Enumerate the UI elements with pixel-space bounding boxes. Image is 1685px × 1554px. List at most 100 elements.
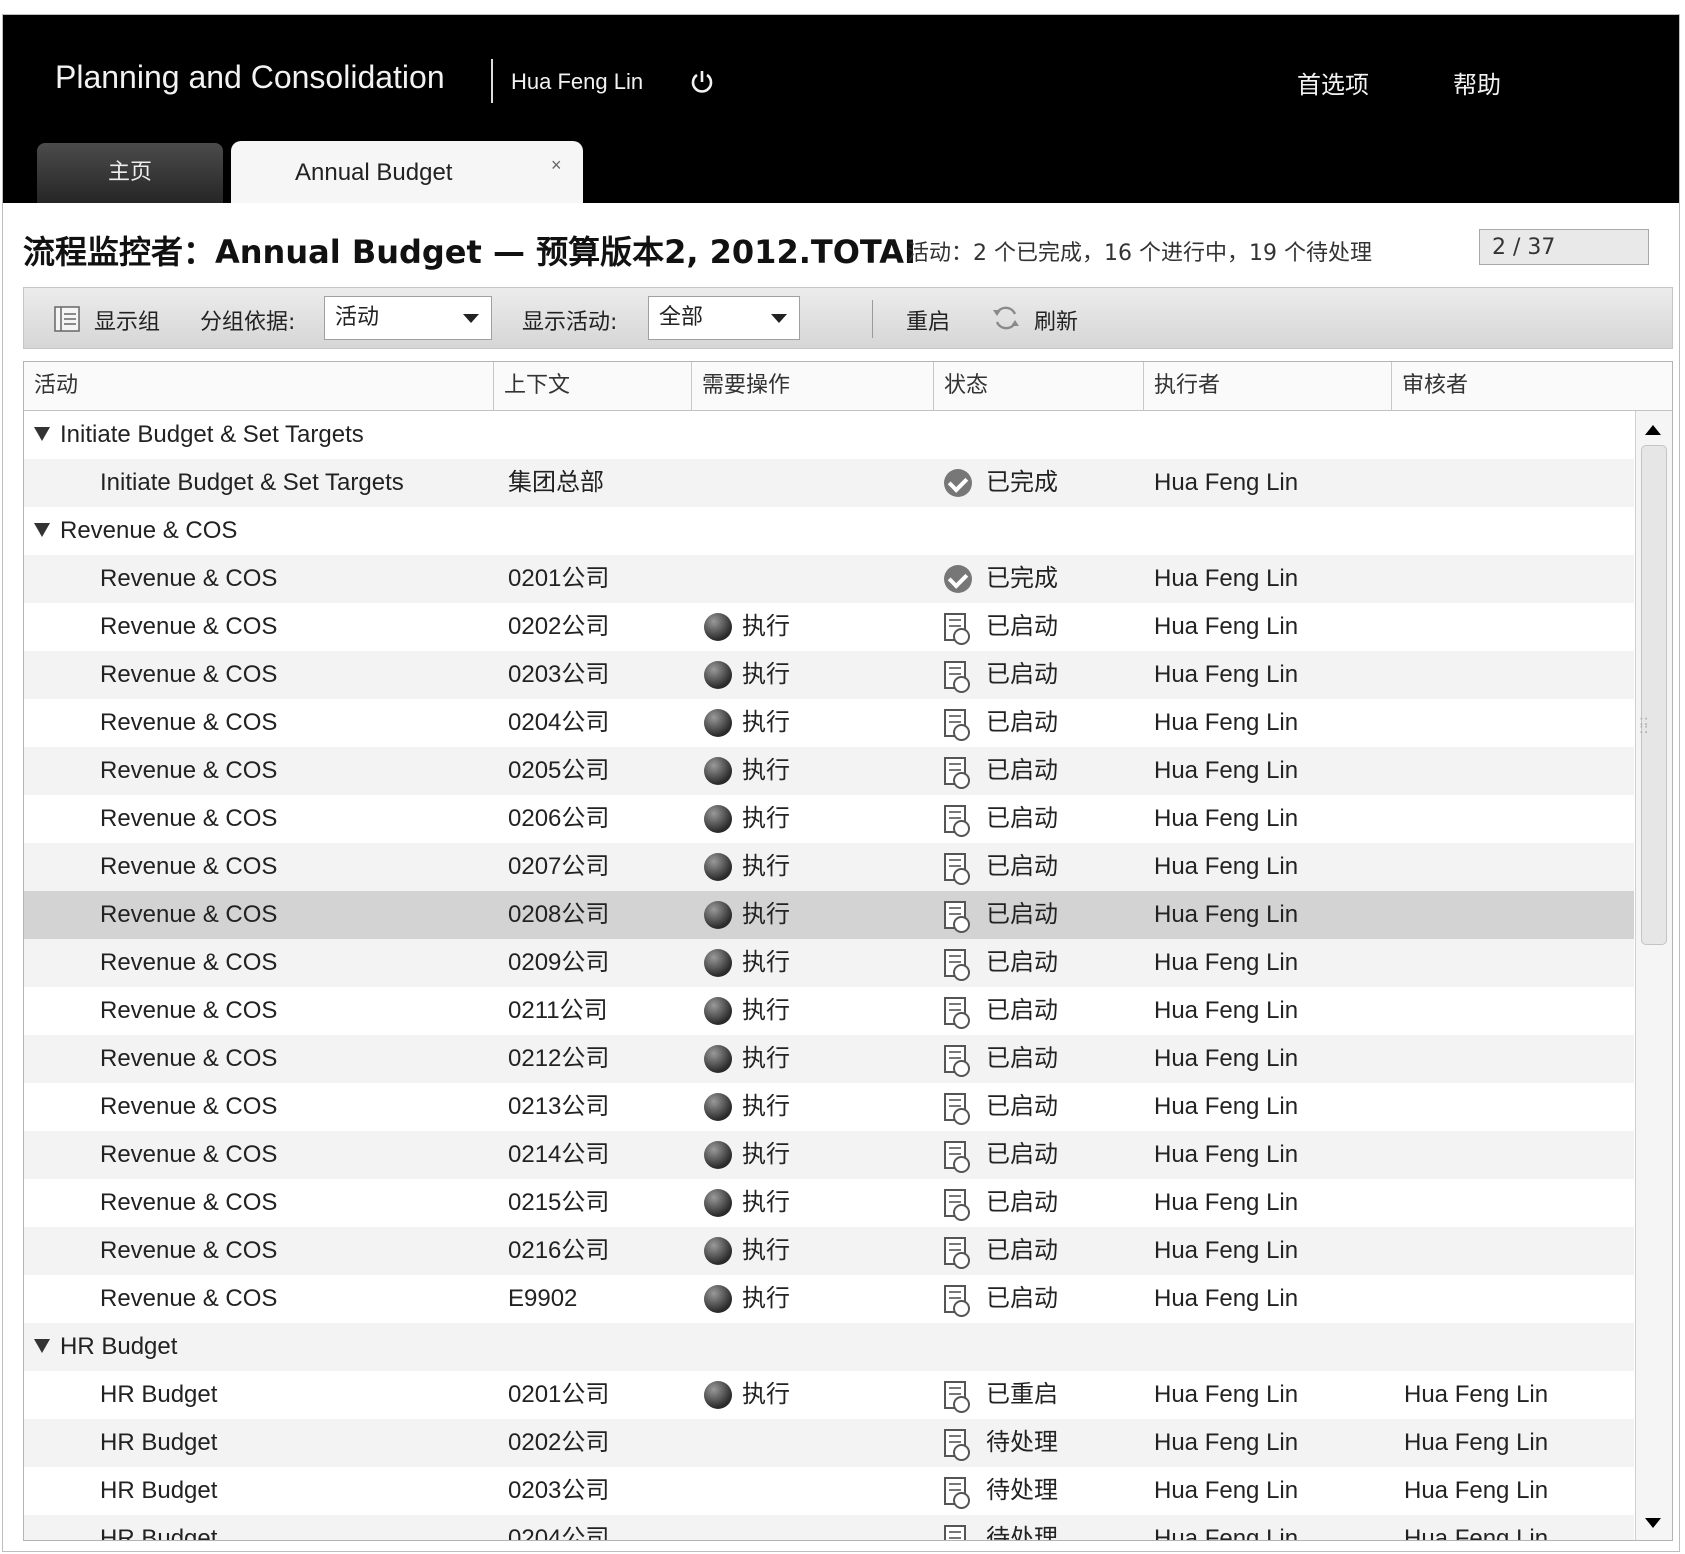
tab-home[interactable]: 主页 (37, 143, 223, 203)
action-dot-icon[interactable] (704, 1237, 732, 1265)
action-link[interactable]: 执行 (742, 939, 790, 987)
column-header-status[interactable]: 状态 (934, 362, 1144, 410)
context-cell: 0214公司 (508, 1141, 610, 1168)
group-row[interactable]: HR Budget (24, 1323, 1634, 1371)
action-dot-icon[interactable] (704, 805, 732, 833)
context-cell: E9902 (508, 1285, 578, 1312)
document-clock-icon (944, 1045, 970, 1077)
action-dot-icon[interactable] (704, 661, 732, 689)
action-dot-icon[interactable] (704, 1189, 732, 1217)
preferences-link[interactable]: 首选项 (1297, 65, 1369, 100)
action-dot-icon[interactable] (704, 709, 732, 737)
pager-field[interactable]: 2 / 37 (1479, 229, 1649, 265)
expand-triangle-icon[interactable] (34, 1339, 50, 1353)
table-row[interactable]: Revenue & COS 0201公司 Hua Feng Lin 已完成 (24, 555, 1634, 603)
table-row[interactable]: Revenue & COS 0202公司 Hua Feng Lin 执行 已启动 (24, 603, 1634, 651)
table-row[interactable]: Revenue & COS 0216公司 Hua Feng Lin 执行 已启动 (24, 1227, 1634, 1275)
list-icon[interactable] (52, 304, 82, 334)
table-row[interactable]: Revenue & COS 0208公司 Hua Feng Lin 执行 已启动 (24, 891, 1634, 939)
action-dot-icon[interactable] (704, 949, 732, 977)
scroll-up-icon[interactable] (1645, 425, 1661, 435)
action-dot-icon[interactable] (704, 757, 732, 785)
action-link[interactable]: 执行 (742, 747, 790, 795)
column-header-context[interactable]: 上下文 (494, 362, 692, 410)
help-link[interactable]: 帮助 (1453, 65, 1501, 100)
context-cell: 0212公司 (508, 1045, 610, 1072)
group-row[interactable]: Initiate Budget & Set Targets (24, 411, 1634, 459)
column-header-reviewer[interactable]: 审核者 (1392, 362, 1672, 410)
action-link[interactable]: 执行 (742, 891, 790, 939)
resize-grip-icon[interactable]: :::: (1639, 714, 1649, 739)
group-row[interactable]: Revenue & COS (24, 507, 1634, 555)
action-link[interactable]: 执行 (742, 987, 790, 1035)
expand-triangle-icon[interactable] (34, 427, 50, 441)
table-row[interactable]: Initiate Budget & Set Targets 集团总部 Hua Fen… (24, 459, 1634, 507)
action-link[interactable]: 执行 (742, 1131, 790, 1179)
action-link[interactable]: 执行 (742, 651, 790, 699)
action-dot-icon[interactable] (704, 997, 732, 1025)
action-dot-icon[interactable] (704, 1045, 732, 1073)
table-row[interactable]: Revenue & COS 0209公司 Hua Feng Lin 执行 已启动 (24, 939, 1634, 987)
show-activities-select[interactable]: 全部 (648, 296, 800, 340)
action-dot-icon[interactable] (704, 1093, 732, 1121)
column-header-action[interactable]: 需要操作 (692, 362, 934, 410)
document-clock-icon (944, 1525, 966, 1540)
group-by-select[interactable]: 活动 (324, 296, 492, 340)
table-row[interactable]: Revenue & COS 0211公司 Hua Feng Lin 执行 已启动 (24, 987, 1634, 1035)
table-row[interactable]: Revenue & COS 0207公司 Hua Feng Lin 执行 已启动 (24, 843, 1634, 891)
vertical-scrollbar[interactable] (1635, 411, 1672, 1540)
action-link[interactable]: 执行 (742, 1035, 790, 1083)
show-groups-button[interactable]: 显示组 (94, 304, 160, 336)
action-dot-icon[interactable] (704, 613, 732, 641)
table-row[interactable]: Revenue & COS 0215公司 Hua Feng Lin 执行 已启动 (24, 1179, 1634, 1227)
table-row[interactable]: Revenue & COS 0214公司 Hua Feng Lin 执行 已启动 (24, 1131, 1634, 1179)
table-row[interactable]: Revenue & COS 0205公司 Hua Feng Lin 执行 已启动 (24, 747, 1634, 795)
activity-cell: Revenue & COS (100, 1141, 278, 1168)
scroll-down-icon[interactable] (1645, 1518, 1661, 1528)
action-link[interactable]: 执行 (742, 795, 790, 843)
table-row[interactable]: Revenue & COS 0213公司 Hua Feng Lin 执行 已启动 (24, 1083, 1634, 1131)
table-row[interactable]: HR Budget 0202公司 Hua Feng Lin Hua Feng Lin 待… (24, 1419, 1634, 1467)
action-dot-icon[interactable] (704, 853, 732, 881)
activity-cell: Revenue & COS (100, 1189, 278, 1216)
table-row[interactable]: HR Budget 0201公司 Hua Feng Lin Hua Feng Lin 执… (24, 1371, 1634, 1419)
table-row[interactable]: Revenue & COS 0204公司 Hua Feng Lin 执行 已启动 (24, 699, 1634, 747)
action-link[interactable]: 执行 (742, 1083, 790, 1131)
status-cell: 已完成 (986, 565, 1058, 592)
tab-annual-budget[interactable]: Annual Budget × (231, 141, 583, 203)
table-row[interactable]: Revenue & COS 0212公司 Hua Feng Lin 执行 已启动 (24, 1035, 1634, 1083)
action-link[interactable]: 执行 (742, 843, 790, 891)
action-link[interactable]: 执行 (742, 1371, 790, 1419)
show-activities-label: 显示活动: (522, 310, 618, 335)
table-row[interactable]: Revenue & COS E9902 Hua Feng Lin 执行 已启动 (24, 1275, 1634, 1323)
refresh-icon[interactable] (990, 302, 1022, 334)
action-link[interactable]: 执行 (742, 1227, 790, 1275)
power-icon[interactable] (689, 69, 715, 95)
action-link[interactable]: 执行 (742, 1275, 790, 1323)
activity-cell: Initiate Budget & Set Targets (100, 469, 404, 496)
expand-triangle-icon[interactable] (34, 523, 50, 537)
table-row[interactable]: Revenue & COS 0203公司 Hua Feng Lin 执行 已启动 (24, 651, 1634, 699)
reopen-button[interactable]: 重启 (906, 304, 950, 336)
table-row[interactable]: HR Budget 0203公司 Hua Feng Lin Hua Feng Lin 待… (24, 1467, 1634, 1515)
action-dot-icon[interactable] (704, 1381, 732, 1409)
action-dot-icon[interactable] (704, 1141, 732, 1169)
column-header-performer[interactable]: 执行者 (1144, 362, 1392, 410)
action-dot-icon[interactable] (704, 1285, 732, 1313)
status-cell: 已启动 (986, 1189, 1058, 1216)
status-cell: 已启动 (986, 613, 1058, 640)
action-link[interactable]: 执行 (742, 1179, 790, 1227)
action-dot-icon[interactable] (704, 901, 732, 929)
table-row[interactable]: Revenue & COS 0206公司 Hua Feng Lin 执行 已启动 (24, 795, 1634, 843)
performer-cell: Hua Feng Lin (1154, 901, 1299, 928)
close-icon[interactable]: × (551, 155, 562, 175)
scroll-thumb[interactable] (1641, 445, 1667, 945)
performer-cell: Hua Feng Lin (1154, 805, 1299, 832)
refresh-button[interactable]: 刷新 (1034, 304, 1078, 336)
action-link[interactable]: 执行 (742, 699, 790, 747)
tab-annual-budget-label: Annual Budget (295, 159, 453, 186)
action-link[interactable]: 执行 (742, 603, 790, 651)
context-cell: 0216公司 (508, 1237, 610, 1264)
column-header-activity[interactable]: 活动 (24, 362, 494, 410)
table-row[interactable]: HR Budget 0204公司 Hua Feng Lin Hua Feng Lin 待… (24, 1515, 1634, 1540)
